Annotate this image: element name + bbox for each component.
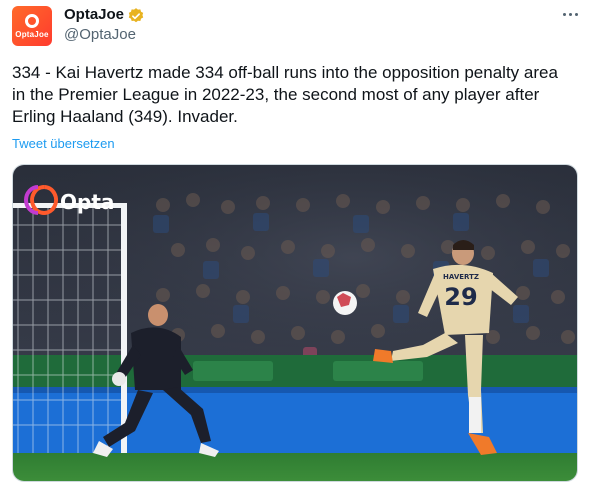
player-name: HAVERTZ	[443, 273, 479, 281]
avatar-text: OptaJoe	[15, 29, 49, 39]
verified-badge-icon	[128, 8, 144, 23]
tweet-photo[interactable]: 29 HAVERTZ Opta	[12, 164, 578, 482]
more-horizontal-icon[interactable]	[560, 4, 580, 24]
player-number: 29	[444, 283, 477, 311]
translate-link[interactable]: Tweet übersetzen	[12, 136, 115, 151]
tweet-text: 334 - Kai Havertz made 334 off-ball runs…	[12, 63, 558, 126]
opta-logo-icon	[25, 13, 39, 28]
account-name[interactable]: OptaJoe	[64, 6, 124, 23]
account-handle[interactable]: @OptaJoe	[64, 26, 136, 43]
avatar[interactable]: OptaJoe	[12, 6, 52, 46]
opta-logo-text: Opta	[60, 190, 114, 214]
tweet: OptaJoe OptaJoe @OptaJoe 334 - Kai Haver…	[0, 0, 606, 488]
